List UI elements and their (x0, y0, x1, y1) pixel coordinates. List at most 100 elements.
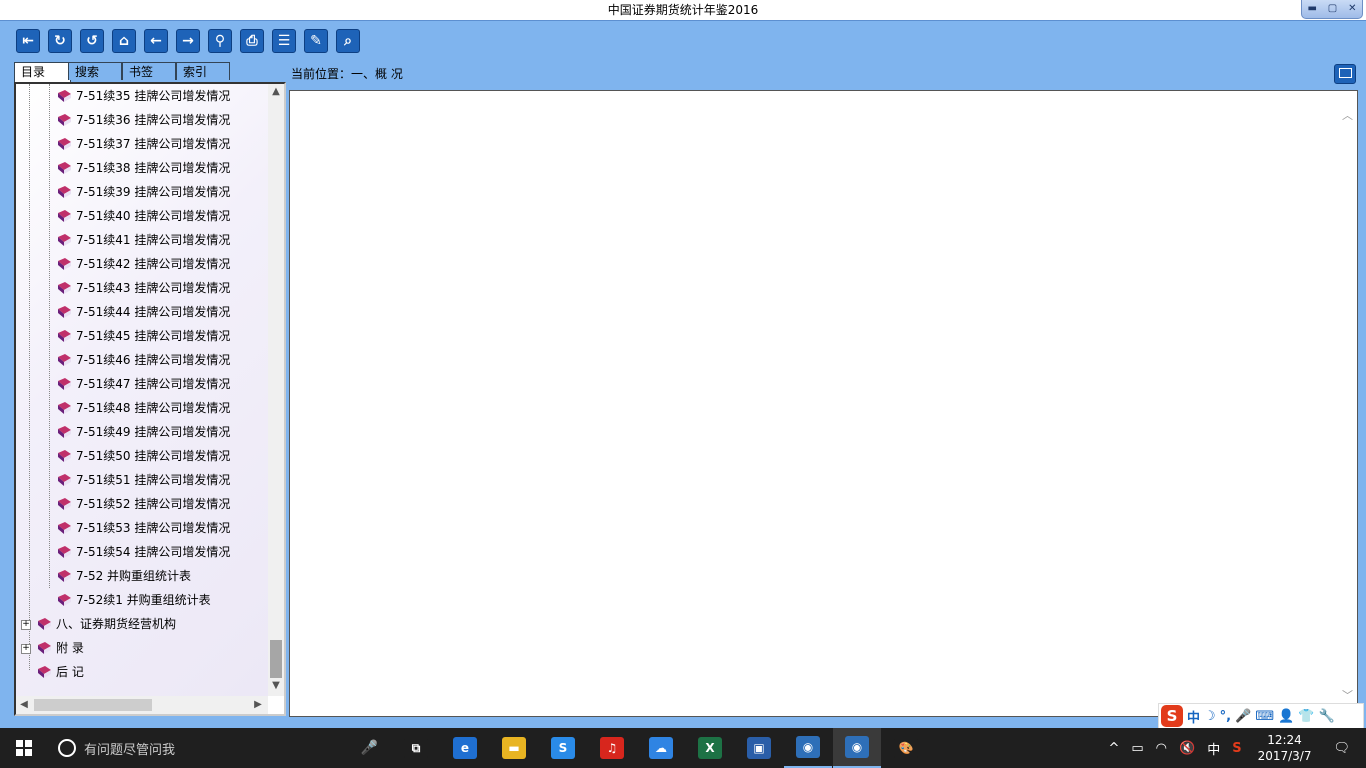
expand-plus-icon[interactable]: + (21, 620, 31, 630)
tree-vertical-scrollbar[interactable]: ▲ ▼ (268, 84, 284, 696)
tray-chevron-icon[interactable]: ^ (1108, 741, 1119, 756)
expand-plus-icon[interactable]: + (21, 644, 31, 654)
scroll-down-arrow-icon[interactable]: ▼ (268, 678, 284, 694)
taskbar-app[interactable]: ◉ (784, 728, 832, 768)
wifi-icon[interactable]: ◠ (1156, 741, 1167, 756)
doc-search-icon[interactable]: ⌕ (336, 29, 360, 53)
tree-item[interactable]: 7-51续45 挂牌公司增发情况 (56, 324, 230, 348)
tree-item[interactable]: 7-51续46 挂牌公司增发情况 (56, 348, 230, 372)
minimize-button[interactable]: ▬ (1307, 0, 1316, 19)
ime-moon-icon[interactable]: ☽ (1204, 709, 1216, 724)
content-scroll-up-icon[interactable]: ︿ (1342, 107, 1353, 123)
exit-icon[interactable]: ⇤ (16, 29, 40, 53)
battery-icon[interactable]: ▭ (1131, 741, 1143, 756)
tree-item[interactable]: 7-51续41 挂牌公司增发情况 (56, 228, 230, 252)
tree-item[interactable]: 7-51续43 挂牌公司增发情况 (56, 276, 230, 300)
bookmark-icon[interactable]: ✎ (304, 29, 328, 53)
tree-item[interactable]: 7-51续42 挂牌公司增发情况 (56, 252, 230, 276)
close-button[interactable]: ✕ (1348, 0, 1356, 19)
tree-item-label: 7-51续49 挂牌公司增发情况 (76, 425, 231, 439)
tab-index[interactable]: 索引 (176, 62, 230, 80)
tree-item-label: 7-51续53 挂牌公司增发情况 (76, 521, 231, 535)
system-tray: ^ ▭ ◠ 🔇 中 S 12:24 2017/3/7 🗨 (1102, 728, 1366, 768)
document-view[interactable]: ︿ ﹀ (289, 90, 1358, 717)
tree-item[interactable]: 7-51续44 挂牌公司增发情况 (56, 300, 230, 324)
scroll-thumb[interactable] (270, 640, 282, 678)
back-icon[interactable]: ← (144, 29, 168, 53)
reload-icon[interactable]: ↺ (80, 29, 104, 53)
home-icon[interactable]: ⌂ (112, 29, 136, 53)
tree-item[interactable]: 7-51续39 挂牌公司增发情况 (56, 180, 230, 204)
tree-item[interactable]: 7-51续52 挂牌公司增发情况 (56, 492, 230, 516)
print-icon[interactable]: ⎙ (240, 29, 264, 53)
taskbar-app[interactable]: S (539, 728, 587, 768)
tree-item[interactable]: 7-51续53 挂牌公司增发情况 (56, 516, 230, 540)
tree-section[interactable]: 八、证券期货经营机构 (36, 612, 176, 636)
hscroll-thumb[interactable] (34, 699, 152, 711)
microphone-icon[interactable]: 🎤 (361, 740, 378, 756)
tree-item[interactable]: 7-51续51 挂牌公司增发情况 (56, 468, 230, 492)
tree-item[interactable]: 7-51续49 挂牌公司增发情况 (56, 420, 230, 444)
taskbar-app[interactable]: e (441, 728, 489, 768)
start-button[interactable] (0, 728, 48, 768)
tray-sogou-icon[interactable]: S (1232, 741, 1241, 756)
taskbar-app[interactable]: ▬ (490, 728, 538, 768)
tab-search[interactable]: 搜索 (68, 62, 122, 80)
tree-section[interactable]: 附 录 (36, 636, 84, 660)
tree-item[interactable]: 7-51续47 挂牌公司增发情况 (56, 372, 230, 396)
content-scroll-down-icon[interactable]: ﹀ (1342, 687, 1353, 703)
refresh-icon[interactable]: ↻ (48, 29, 72, 53)
taskbar-app[interactable]: ▣ (735, 728, 783, 768)
tree-item[interactable]: 7-51续54 挂牌公司增发情况 (56, 540, 230, 564)
input-language[interactable]: 中 (1207, 739, 1220, 758)
taskbar-app[interactable]: X (686, 728, 734, 768)
taskbar-app[interactable]: ♫ (588, 728, 636, 768)
maximize-button[interactable]: ▢ (1328, 0, 1337, 19)
tree-item[interactable]: 7-52 并购重组统计表 (56, 564, 191, 588)
volume-muted-icon[interactable]: 🔇 (1179, 741, 1195, 756)
forward-icon[interactable]: → (176, 29, 200, 53)
taskbar-app[interactable]: ☁ (637, 728, 685, 768)
clock[interactable]: 12:24 2017/3/7 (1258, 732, 1312, 764)
tree-item[interactable]: 7-51续50 挂牌公司增发情况 (56, 444, 230, 468)
search-icon[interactable]: ⚲ (208, 29, 232, 53)
ime-skin-icon[interactable]: 👕 (1298, 709, 1314, 724)
taskbar-app[interactable]: ⧉ (392, 728, 440, 768)
ime-settings-icon[interactable]: 🔧 (1318, 709, 1334, 724)
taskbar-app[interactable]: 🎨 (882, 728, 930, 768)
edge-icon: e (453, 737, 477, 759)
tree-item[interactable]: 7-52续1 并购重组统计表 (56, 588, 211, 612)
tree-item[interactable]: 7-51续36 挂牌公司增发情况 (56, 108, 230, 132)
scroll-left-arrow-icon[interactable]: ◀ (16, 696, 32, 714)
ime-chinese-mode-icon[interactable]: 中 (1187, 707, 1200, 726)
book-icon (58, 545, 71, 558)
ime-keyboard-icon[interactable]: ⌨ (1255, 709, 1274, 724)
ebook-reader-active-icon: ◉ (845, 736, 869, 758)
notification-icon[interactable]: 🗨 (1333, 741, 1350, 756)
tree-item-label: 7-51续37 挂牌公司增发情况 (76, 137, 231, 151)
tree-section[interactable]: 后 记 (36, 660, 84, 684)
fullscreen-monitor-icon[interactable] (1334, 64, 1356, 84)
tree-item[interactable]: 7-51续40 挂牌公司增发情况 (56, 204, 230, 228)
tree-section-label: 后 记 (56, 665, 84, 679)
tree-item[interactable]: 7-51续48 挂牌公司增发情况 (56, 396, 230, 420)
toolbar: ⇤ ↻ ↺ ⌂ ← → ⚲ ⎙ ☰ ✎ ⌕ (0, 20, 1366, 61)
sogou-ime-logo-icon[interactable]: S (1161, 705, 1183, 727)
scroll-up-arrow-icon[interactable]: ▲ (268, 84, 284, 100)
tab-catalog[interactable]: 目录 (14, 62, 71, 83)
tree-item[interactable]: 7-51续35 挂牌公司增发情况 (56, 84, 230, 108)
tree-item[interactable]: 7-51续38 挂牌公司增发情况 (56, 156, 230, 180)
taskbar-app[interactable]: ◉ (833, 728, 881, 768)
ime-user-icon[interactable]: 👤 (1278, 709, 1294, 724)
tab-bookmarks[interactable]: 书签 (122, 62, 176, 80)
book-icon (58, 497, 71, 510)
notes-icon[interactable]: ☰ (272, 29, 296, 53)
taskbar-search-box[interactable]: 有问题尽管问我 🎤 (48, 728, 392, 768)
ime-voice-icon[interactable]: 🎤 (1235, 709, 1251, 724)
tree-horizontal-scrollbar[interactable]: ◀ ▶ (16, 696, 268, 714)
tree-item-label: 7-51续51 挂牌公司增发情况 (76, 473, 231, 487)
ime-punct-icon[interactable]: °, (1220, 709, 1231, 724)
scroll-right-arrow-icon[interactable]: ▶ (250, 696, 266, 714)
tree-item-label: 7-51续47 挂牌公司增发情况 (76, 377, 231, 391)
tree-item[interactable]: 7-51续37 挂牌公司增发情况 (56, 132, 230, 156)
